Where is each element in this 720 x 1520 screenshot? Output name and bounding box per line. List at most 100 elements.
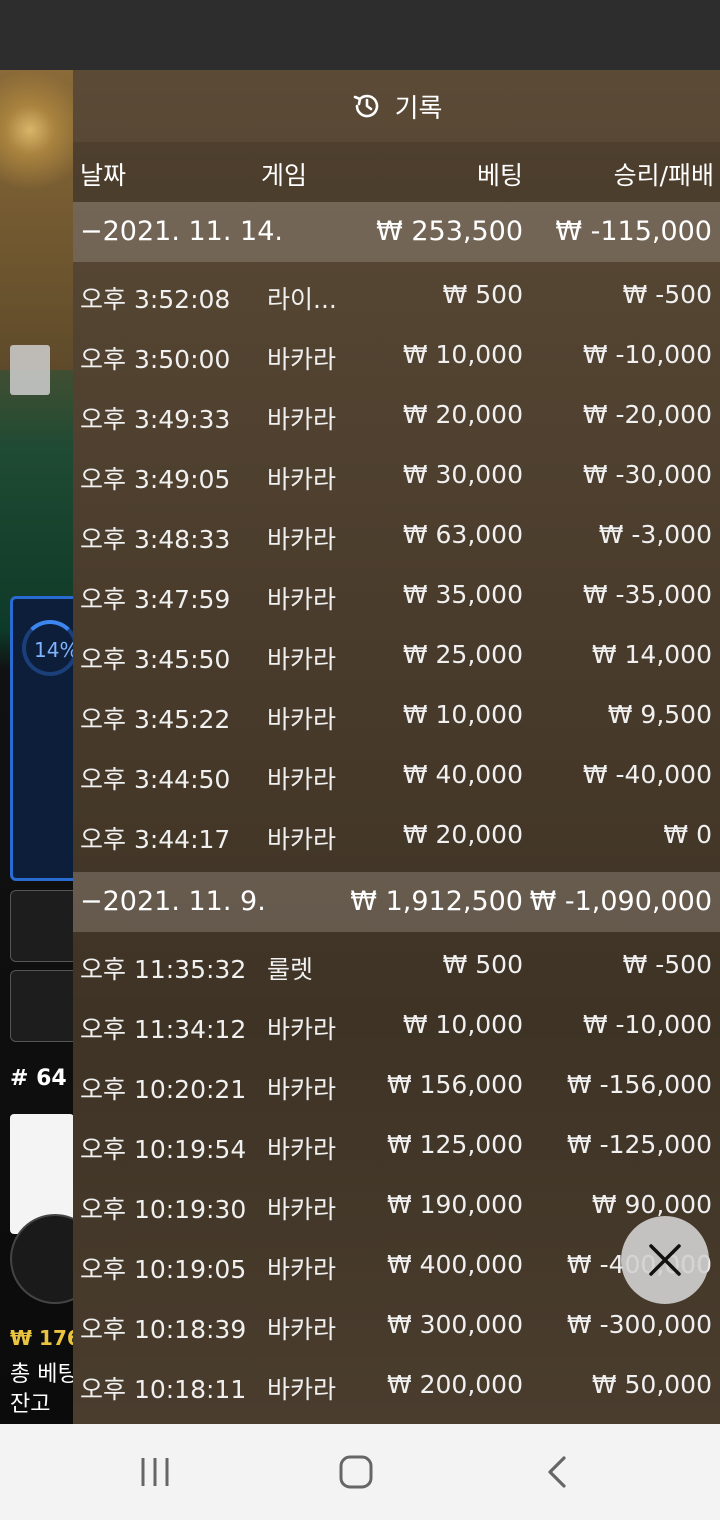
group-total-bet: ₩ 253,500 [376, 216, 523, 247]
history-row[interactable]: 오후 11:34:12 바카라 ₩ 10,000 ₩ -10,000 [73, 996, 720, 1056]
row-result: ₩ -500 [622, 280, 712, 309]
row-bet: ₩ 20,000 [402, 820, 523, 849]
column-date: 날짜 [80, 161, 127, 190]
bet-option-button[interactable] [10, 890, 80, 962]
history-row[interactable]: 오후 3:52:08 라이... ₩ 500 ₩ -500 [73, 266, 720, 326]
row-game: 바카라 [267, 405, 337, 434]
row-bet: ₩ 500 [442, 950, 523, 979]
group-total-result: ₩ -115,000 [555, 216, 712, 247]
column-headers: 날짜 게임 베팅 승리/패배 [73, 142, 720, 202]
row-result: ₩ -3,000 [598, 520, 712, 549]
row-result: ₩ -125,000 [566, 1130, 712, 1159]
row-game: 바카라 [267, 1135, 337, 1164]
row-game: 바카라 [267, 1255, 337, 1284]
row-game: 바카라 [267, 765, 337, 794]
row-game: 바카라 [267, 1015, 337, 1044]
row-game: 룰렛 [267, 955, 314, 984]
history-row[interactable]: 오후 3:45:50 바카라 ₩ 25,000 ₩ 14,000 [73, 626, 720, 686]
row-time: 오후 11:35:32 [80, 955, 247, 984]
row-bet: ₩ 63,000 [402, 520, 523, 549]
row-time: 오후 10:19:54 [80, 1135, 247, 1164]
row-time: 오후 3:49:33 [80, 405, 231, 434]
row-bet: ₩ 400,000 [386, 1250, 523, 1279]
row-time: 오후 10:18:39 [80, 1315, 247, 1344]
date-group-row[interactable]: −2021. 11. 9. ₩ 1,912,500 ₩ -1,090,000 [73, 872, 720, 932]
row-result: ₩ -10,000 [582, 1010, 712, 1039]
history-row[interactable]: 오후 11:35:32 룰렛 ₩ 500 ₩ -500 [73, 936, 720, 996]
row-time: 오후 3:45:22 [80, 705, 231, 734]
row-time: 오후 10:18:11 [80, 1375, 247, 1404]
row-game: 라이... [267, 285, 337, 314]
row-result: ₩ 90,000 [591, 1190, 712, 1219]
history-row[interactable]: 오후 10:20:21 바카라 ₩ 156,000 ₩ -156,000 [73, 1056, 720, 1116]
row-game: 바카라 [267, 465, 337, 494]
row-time: 오후 3:44:17 [80, 825, 231, 854]
history-row[interactable]: 오후 3:48:33 바카라 ₩ 63,000 ₩ -3,000 [73, 506, 720, 566]
row-game: 바카라 [267, 1075, 337, 1104]
row-bet: ₩ 30,000 [402, 460, 523, 489]
row-bet: ₩ 200,000 [386, 1370, 523, 1399]
row-result: ₩ -500 [622, 950, 712, 979]
history-row[interactable]: 오후 10:18:11 바카라 ₩ 200,000 ₩ 50,000 [73, 1356, 720, 1416]
history-row[interactable]: 오후 3:47:59 바카라 ₩ 35,000 ₩ -35,000 [73, 566, 720, 626]
column-game: 게임 [261, 161, 308, 190]
bet-option-button[interactable] [10, 970, 80, 1042]
row-bet: ₩ 35,000 [402, 580, 523, 609]
home-icon[interactable] [336, 1452, 376, 1492]
total-bet-label: 총 베팅 [10, 1362, 78, 1387]
close-icon [649, 1244, 681, 1276]
row-time: 오후 3:45:50 [80, 645, 231, 674]
row-bet: ₩ 190,000 [386, 1190, 523, 1219]
row-result: ₩ -156,000 [566, 1070, 712, 1099]
row-result: ₩ -10,000 [582, 340, 712, 369]
row-time: 오후 3:47:59 [80, 585, 231, 614]
date-group-row[interactable]: −2021. 11. 14. ₩ 253,500 ₩ -115,000 [73, 202, 720, 262]
row-bet: ₩ 500 [442, 280, 523, 309]
row-time: 오후 3:50:00 [80, 345, 231, 374]
row-game: 바카라 [267, 1195, 337, 1224]
row-bet: ₩ 40,000 [402, 760, 523, 789]
row-result: ₩ 50,000 [591, 1370, 712, 1399]
history-row[interactable]: 오후 10:19:54 바카라 ₩ 125,000 ₩ -125,000 [73, 1116, 720, 1176]
history-row[interactable]: 오후 3:45:22 바카라 ₩ 10,000 ₩ 9,500 [73, 686, 720, 746]
panel-header: 기록 [73, 70, 720, 142]
row-result: ₩ -20,000 [582, 400, 712, 429]
history-row[interactable]: 오후 10:19:30 바카라 ₩ 190,000 ₩ 90,000 [73, 1176, 720, 1236]
group-total-bet: ₩ 1,912,500 [350, 886, 523, 917]
history-row[interactable]: 오후 10:18:39 바카라 ₩ 300,000 ₩ -300,000 [73, 1296, 720, 1356]
history-panel: 기록 날짜 게임 베팅 승리/패배 −2021. 11. 14. ₩ 253,50… [73, 70, 720, 1424]
row-game: 바카라 [267, 585, 337, 614]
row-bet: ₩ 300,000 [386, 1310, 523, 1339]
row-bet: ₩ 10,000 [402, 700, 523, 729]
history-row[interactable]: 오후 3:44:17 바카라 ₩ 20,000 ₩ 0 [73, 806, 720, 866]
back-icon[interactable] [538, 1452, 578, 1492]
history-row[interactable]: 오후 3:49:05 바카라 ₩ 30,000 ₩ -30,000 [73, 446, 720, 506]
row-time: 오후 3:48:33 [80, 525, 231, 554]
row-time: 오후 10:19:30 [80, 1195, 247, 1224]
row-game: 바카라 [267, 525, 337, 554]
group-total-result: ₩ -1,090,000 [529, 886, 712, 917]
history-row[interactable]: 오후 3:44:50 바카라 ₩ 40,000 ₩ -40,000 [73, 746, 720, 806]
row-time: 오후 3:52:08 [80, 285, 231, 314]
status-bar [0, 0, 720, 70]
navigation-bar [0, 1424, 720, 1520]
group-date: −2021. 11. 14. [80, 216, 283, 247]
progress-percent: 14% [34, 638, 79, 662]
row-time: 오후 11:34:12 [80, 1015, 247, 1044]
column-result: 승리/패배 [613, 161, 714, 190]
group-date: −2021. 11. 9. [80, 886, 266, 917]
row-bet: ₩ 125,000 [386, 1130, 523, 1159]
row-result: ₩ -300,000 [566, 1310, 712, 1339]
row-bet: ₩ 156,000 [386, 1070, 523, 1099]
row-game: 바카라 [267, 345, 337, 374]
history-row[interactable]: 오후 3:49:33 바카라 ₩ 20,000 ₩ -20,000 [73, 386, 720, 446]
history-row[interactable]: 오후 3:50:00 바카라 ₩ 10,000 ₩ -10,000 [73, 326, 720, 386]
row-bet: ₩ 20,000 [402, 400, 523, 429]
balance-label: 잔고 [10, 1392, 51, 1417]
close-button[interactable] [621, 1216, 709, 1304]
recent-apps-icon[interactable] [135, 1452, 175, 1492]
card-shoe-image [10, 345, 50, 395]
row-bet: ₩ 25,000 [402, 640, 523, 669]
history-icon [353, 94, 378, 118]
row-result: ₩ 0 [663, 820, 712, 849]
